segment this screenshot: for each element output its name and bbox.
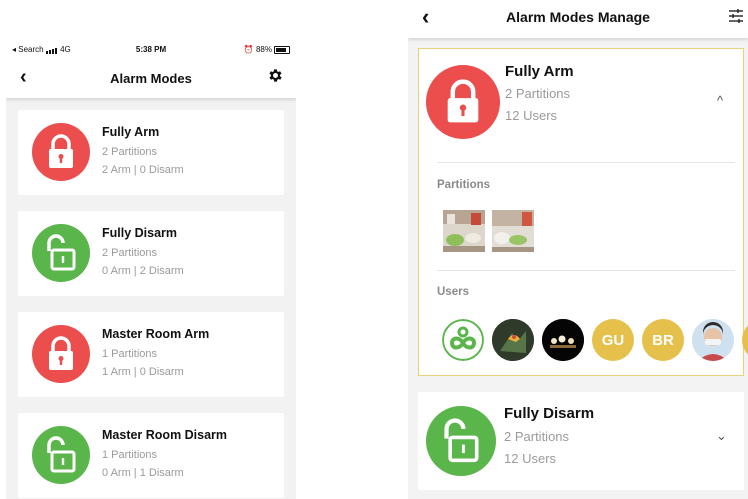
chevron-down-icon[interactable]: ⌄ [716,428,727,444]
mode-partitions: 2 Partitions [102,146,158,158]
mode-arm-counts: 2 Arm | 0 Disarm [102,164,184,176]
lock-open-icon [32,224,90,282]
partitions-heading: Partitions [437,179,491,191]
user-avatar-initials[interactable]: GU [592,319,634,361]
mode-arm-counts: 0 Arm | 2 Disarm [102,265,184,277]
user-avatar-bird[interactable] [492,319,534,361]
battery-icon [274,45,290,54]
chevron-up-icon[interactable]: ^ [717,93,723,108]
lock-closed-icon [426,65,500,139]
mode-card-fully-arm[interactable]: Fully Arm 2 Partitions 2 Arm | 0 Disarm [18,110,284,195]
alarm-modes-manage-screen: ‹ Alarm Modes Manage Fully Arm 2 Partiti… [408,0,748,499]
mode-name: Fully Disarm [504,405,595,422]
mode-partitions: 2 Partitions [505,86,571,101]
mode-users: 12 Users [505,108,558,123]
status-battery: ⏰ 88% [244,45,290,54]
users-heading: Users [437,286,469,298]
alarm-modes-screen: ◂ Search 4G 5:38 PM ⏰ 88% ‹ Alarm Modes … [6,40,296,499]
lock-open-icon [32,426,90,484]
lock-open-icon [426,406,496,476]
mode-card-master-room-arm[interactable]: Master Room Arm 1 Partitions 1 Arm | 0 D… [18,312,284,397]
mode-partitions: 1 Partitions [102,348,158,360]
mode-partitions: 2 Partitions [504,429,570,444]
mode-partitions: 1 Partitions [102,449,158,461]
user-avatar-candles[interactable] [542,319,584,361]
user-avatar-logo[interactable] [442,319,484,361]
mode-users: 12 Users [504,451,557,466]
user-avatar-initials[interactable]: BR [642,319,684,361]
lock-closed-icon [32,325,90,383]
user-avatar-partial[interactable] [742,319,748,361]
page-title: Alarm Modes Manage [506,9,650,25]
partition-thumbnail[interactable] [443,210,485,252]
mode-card-fully-disarm[interactable]: Fully Disarm 2 Partitions 0 Arm | 2 Disa… [18,211,284,296]
mode-partitions: 2 Partitions [102,247,158,259]
mode-name: Master Room Arm [102,327,210,341]
mode-card-fully-arm-expanded[interactable]: Fully Arm 2 Partitions 12 Users ^ Partit… [418,48,748,376]
sliders-icon[interactable] [728,8,744,24]
page-title: Alarm Modes [110,71,192,86]
mode-arm-counts: 1 Arm | 0 Disarm [102,366,184,378]
mode-card-master-room-disarm[interactable]: Master Room Disarm 1 Partitions 0 Arm | … [18,413,284,498]
mode-arm-counts: 0 Arm | 1 Disarm [102,467,184,479]
status-bar: ◂ Search 4G 5:38 PM ⏰ 88% [6,40,296,58]
nav-bar: ‹ Alarm Modes [6,58,296,98]
mode-name: Fully Arm [102,125,160,139]
lock-closed-icon [32,123,90,181]
divider [437,162,735,163]
partition-thumbnail[interactable] [492,210,534,252]
mode-card-fully-disarm[interactable]: Fully Disarm 2 Partitions 12 Users ⌄ [418,392,744,490]
divider [437,270,735,271]
alarm-clock-icon: ⏰ [243,45,254,54]
mode-name: Fully Arm [505,63,574,80]
mode-name: Master Room Disarm [102,428,228,442]
gear-icon[interactable] [267,67,284,84]
nav-bar: ‹ Alarm Modes Manage [408,0,748,38]
user-avatar-photo[interactable] [692,319,734,361]
mode-name: Fully Disarm [102,226,178,240]
